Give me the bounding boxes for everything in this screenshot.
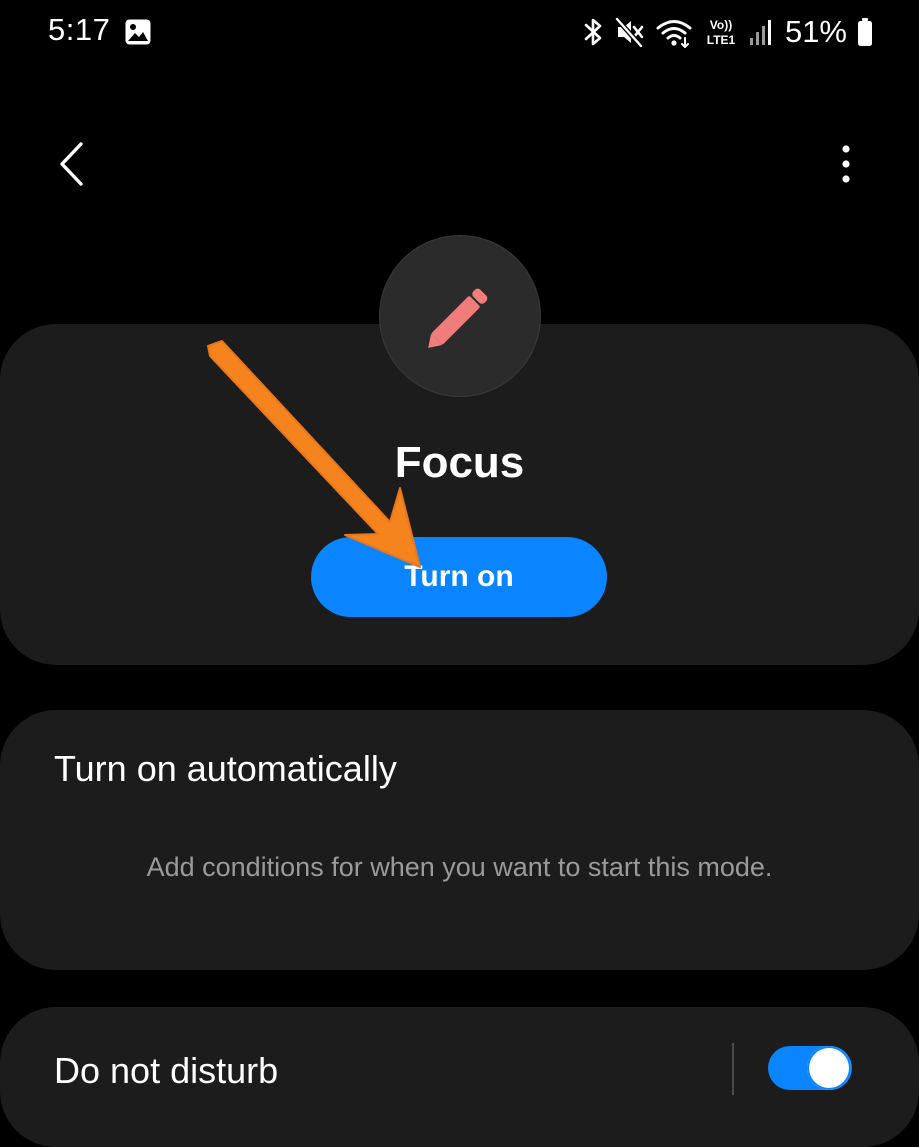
svg-text:LTE1: LTE1: [707, 33, 736, 47]
more-vertical-icon: [842, 145, 850, 183]
chevron-left-icon: [60, 142, 83, 186]
turn-on-automatically-title: Turn on automatically: [54, 748, 397, 789]
status-icons: Vo)) LTE1 51%: [583, 14, 873, 50]
back-button[interactable]: [44, 130, 100, 198]
turn-on-automatically-description: Add conditions for when you want to star…: [146, 852, 773, 882]
toggle-knob: [807, 1046, 851, 1090]
more-options-button[interactable]: [818, 134, 874, 194]
status-bar: 5:17 Vo)) LTE1 51%: [0, 0, 919, 66]
battery-percent: 51%: [784, 14, 847, 49]
do-not-disturb-label: Do not disturb: [54, 1050, 279, 1091]
divider: [732, 1043, 734, 1095]
svg-text:Vo)): Vo)): [710, 18, 732, 32]
turn-on-button[interactable]: Turn on: [311, 537, 607, 617]
signal-icon: [749, 20, 771, 45]
mode-icon-circle[interactable]: [379, 235, 541, 397]
pencil-icon: [428, 288, 488, 348]
gallery-icon: [125, 19, 151, 45]
battery-icon: [858, 18, 872, 46]
status-time: 5:17: [48, 12, 111, 47]
bluetooth-icon: [584, 18, 602, 46]
mode-title: Focus: [394, 438, 525, 487]
volte-icon: Vo)) LTE1: [707, 18, 736, 47]
wifi-icon: [656, 20, 692, 48]
mute-icon: [615, 17, 644, 48]
do-not-disturb-toggle[interactable]: [768, 1046, 852, 1090]
